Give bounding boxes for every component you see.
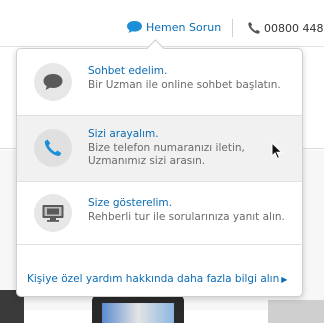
- option-show[interactable]: Size gösterelim. Rehberli tur ile sorula…: [17, 182, 302, 245]
- show-option-icon-bg: [34, 194, 72, 232]
- option-chat-description: Bir Uzman ile online sohbet başlatın.: [88, 79, 281, 91]
- more-info-link[interactable]: Kişiye özel yardım hakkında daha fazla b…: [27, 273, 287, 285]
- help-popup: Sohbet edelim. Bir Uzman ile online sohb…: [16, 39, 303, 297]
- option-show-title: Size gösterelim.: [88, 197, 172, 209]
- phone-icon: [44, 139, 62, 157]
- option-call-description: Bize telefon numaranızı iletin, Uzmanımı…: [88, 142, 245, 167]
- call-option-icon-bg: [34, 129, 72, 167]
- chat-bubble-icon: [127, 21, 142, 33]
- option-chat[interactable]: Sohbet edelim. Bir Uzman ile online sohb…: [17, 51, 302, 116]
- mouse-cursor-icon: [271, 141, 283, 164]
- option-chat-title: Sohbet edelim.: [88, 65, 168, 77]
- chevron-right-icon: ▶: [281, 275, 288, 284]
- option-call[interactable]: Sizi arayalım. Bize telefon numaranızı i…: [17, 116, 302, 182]
- page: Hemen Sorun 00800 448 Sohbet edelim. Bir…: [0, 0, 324, 323]
- phone-number-label: 00800 448: [264, 21, 324, 35]
- device-image-right: [268, 300, 324, 323]
- option-show-description: Rehberli tur ile sorularınıza yanıt alın…: [88, 211, 285, 223]
- device-screen: [102, 303, 174, 323]
- device-image-middle: [92, 295, 184, 323]
- chat-option-icon-bg: [34, 63, 72, 101]
- chat-bubble-icon: [43, 74, 63, 90]
- screen-share-icon: [42, 205, 64, 222]
- top-bar: Hemen Sorun 00800 448: [0, 0, 324, 47]
- help-now-label: Hemen Sorun: [146, 20, 222, 34]
- more-info-label: Kişiye özel yardım hakkında daha fazla b…: [27, 273, 280, 285]
- header-divider: [232, 19, 233, 37]
- phone-icon: [248, 22, 260, 34]
- phone-number[interactable]: 00800 448: [247, 21, 324, 35]
- option-call-title: Sizi arayalım.: [88, 128, 159, 140]
- help-now-link[interactable]: Hemen Sorun: [126, 20, 221, 34]
